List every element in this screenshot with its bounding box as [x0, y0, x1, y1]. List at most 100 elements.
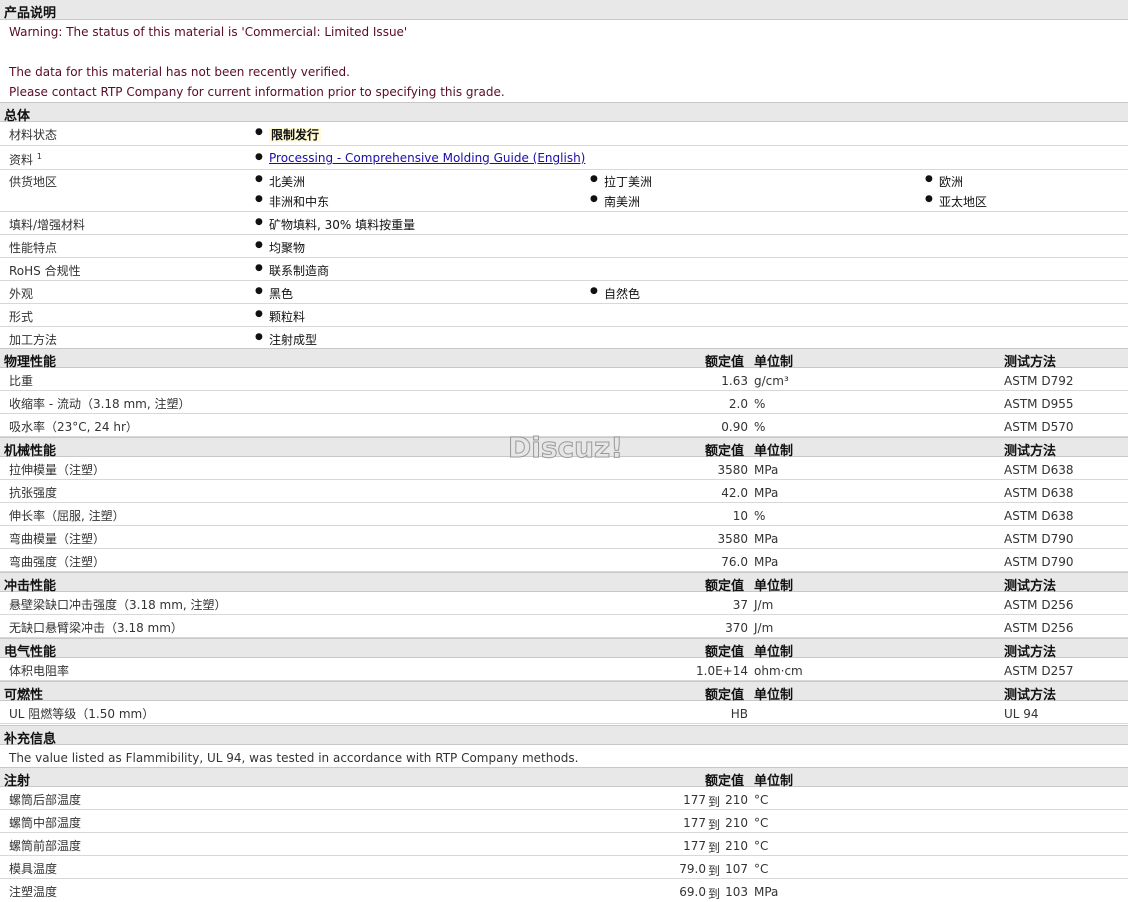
appearance-item: 自然色: [590, 285, 640, 302]
row-label: 体积电阻率: [9, 664, 70, 678]
appearance-item: 黑色: [255, 285, 293, 302]
table-row: 模具温度 79.0 到 107 °C: [0, 856, 1128, 879]
row-label: 悬壁梁缺口冲击强度（3.18 mm, 注塑）: [9, 598, 227, 612]
row-method: ASTM D955: [1004, 397, 1074, 411]
row-to-word: 到: [707, 795, 720, 809]
row-label: 螺筒前部温度: [9, 839, 82, 853]
row-to: 210: [725, 816, 748, 830]
row-to-word: 到: [707, 818, 720, 832]
row-value: 1.0E+14: [696, 664, 748, 678]
row-value: 370: [725, 621, 748, 635]
table-row: 伸长率（屈服, 注塑） 10% ASTM D638: [0, 503, 1128, 526]
row-value: 0.90: [721, 420, 748, 434]
row-unit: MPa: [754, 463, 779, 477]
table-row: 比重 1.63 g/cm³ ASTM D792: [0, 368, 1128, 391]
row-unit: MPa: [754, 555, 779, 569]
row-label: 性能特点: [9, 241, 58, 255]
row-method: UL 94: [1004, 707, 1039, 721]
row-label: 螺筒后部温度: [9, 793, 82, 807]
row-from: 177: [683, 793, 706, 807]
row-from: 69.0: [679, 885, 706, 899]
supply-item: 亚太地区: [925, 193, 987, 210]
row-label: 资料 1: [9, 152, 42, 167]
row-unit: ohm·cm: [754, 664, 803, 678]
row-label: 填料/增强材料: [9, 218, 86, 232]
row-label: 吸水率（23°C, 24 hr）: [9, 420, 138, 434]
row-value: 1.63: [721, 374, 748, 388]
row-from: 177: [683, 816, 706, 830]
supply-item: 非洲和中东: [255, 193, 329, 210]
section-电气性能: 电气性能 额定值 单位制 测试方法: [0, 638, 1128, 660]
row-label: 外观: [9, 287, 34, 301]
row-value: 10: [732, 509, 748, 523]
table-row: 弯曲模量（注塑） 3580 MPa ASTM D790: [0, 526, 1128, 549]
row-unit: %: [754, 509, 766, 523]
row-value: 37: [732, 598, 748, 612]
verify-text: The data for this material has not been …: [9, 65, 350, 79]
row-label: 弯曲强度（注塑）: [9, 555, 106, 569]
row-to: 103: [725, 885, 748, 899]
row-from: 177: [683, 839, 706, 853]
table-row: 无缺口悬臂梁冲击（3.18 mm） 370 J/m ASTM D256: [0, 615, 1128, 638]
table-row: UL 阻燃等级（1.50 mm） HB UL 94: [0, 701, 1128, 724]
row-status: 材料状态 限制发行: [0, 122, 1128, 146]
rohs-value: 联系制造商: [255, 262, 329, 279]
row-value: HB: [730, 707, 748, 721]
row-appearance: 外观 黑色 自然色: [0, 281, 1128, 304]
row-form: 形式 颗粒料: [0, 304, 1128, 327]
row-to-word: 到: [707, 864, 720, 878]
row-unit: MPa: [754, 885, 779, 899]
section-注射: 注射 额定值 单位制: [0, 767, 1128, 789]
row-unit: °C: [754, 793, 769, 807]
row-label: RoHS 合规性: [9, 264, 81, 278]
row-unit: °C: [754, 816, 769, 830]
row-unit: %: [754, 397, 766, 411]
section-title: 产品说明: [4, 6, 57, 21]
section-冲击性能: 冲击性能 额定值 单位制 测试方法: [0, 572, 1128, 594]
row-to: 107: [725, 862, 748, 876]
row-feature: 性能特点 均聚物: [0, 235, 1128, 258]
row-from: 79.0: [679, 862, 706, 876]
warning-text: Warning: The status of this material is …: [9, 25, 408, 39]
row-method: ASTM D638: [1004, 486, 1074, 500]
supply-item: 欧洲: [925, 173, 963, 190]
row-to: 210: [725, 793, 748, 807]
table-row: 悬壁梁缺口冲击强度（3.18 mm, 注塑） 37 J/m ASTM D256: [0, 592, 1128, 615]
row-process: 加工方法 注射成型: [0, 327, 1128, 348]
row-label: 供货地区: [9, 175, 58, 189]
row-filler: 填料/增强材料 矿物填料, 30% 填料按重量: [0, 212, 1128, 235]
row-rohs: RoHS 合规性 联系制造商: [0, 258, 1128, 281]
supply-item: 南美洲: [590, 193, 640, 210]
row-method: ASTM D570: [1004, 420, 1074, 434]
row-label: 材料状态: [9, 128, 58, 142]
docs-link[interactable]: Processing - Comprehensive Molding Guide…: [255, 151, 585, 165]
row-to: 210: [725, 839, 748, 853]
row-label: 注塑温度: [9, 885, 58, 899]
row-label: 伸长率（屈服, 注塑）: [9, 509, 125, 523]
row-to-word: 到: [707, 841, 720, 855]
row-label: 比重: [9, 374, 34, 388]
contact-text: Please contact RTP Company for current i…: [9, 85, 505, 99]
discuz-watermark: Discuz!: [507, 431, 624, 465]
row-unit: MPa: [754, 532, 779, 546]
row-method: ASTM D256: [1004, 621, 1074, 635]
row-label: 模具温度: [9, 862, 58, 876]
section-supplement: 补充信息: [0, 725, 1128, 747]
row-method: ASTM D792: [1004, 374, 1074, 388]
supplement-text: The value listed as Flammibility, UL 94,…: [9, 751, 579, 765]
table-row: 抗张强度 42.0 MPa ASTM D638: [0, 480, 1128, 503]
row-unit: °C: [754, 839, 769, 853]
row-unit: J/m: [754, 621, 774, 635]
row-label: 收缩率 - 流动（3.18 mm, 注塑）: [9, 397, 191, 411]
row-value: 3580: [717, 532, 748, 546]
row-docs: 资料 1 Processing - Comprehensive Molding …: [0, 146, 1128, 170]
row-label: 抗张强度: [9, 486, 58, 500]
table-row: 体积电阻率 1.0E+14 ohm·cm ASTM D257: [0, 658, 1128, 681]
row-label: UL 阻燃等级（1.50 mm）: [9, 707, 155, 721]
process-value: 注射成型: [255, 331, 317, 348]
row-value: 3580: [717, 463, 748, 477]
row-label: 形式: [9, 310, 34, 324]
row-unit: J/m: [754, 598, 774, 612]
row-label: 无缺口悬臂梁冲击（3.18 mm）: [9, 621, 183, 635]
status-value: 限制发行: [255, 126, 322, 143]
